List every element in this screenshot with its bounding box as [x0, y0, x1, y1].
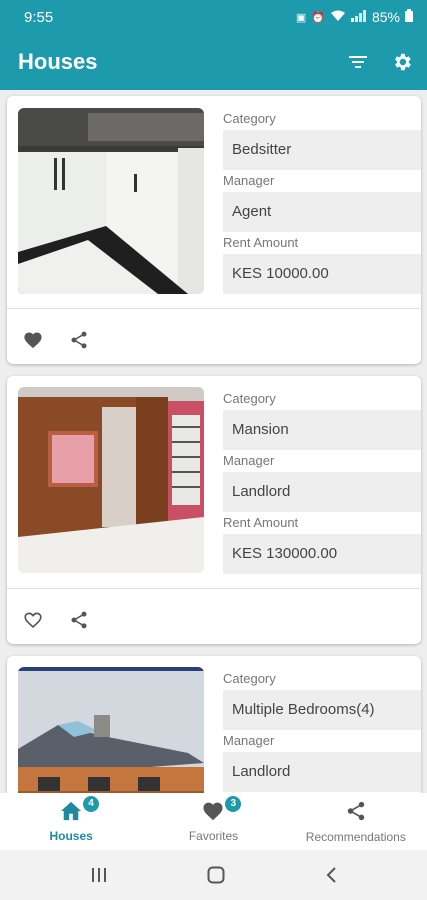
nav-favorites[interactable]: 3 Favorites: [142, 793, 284, 850]
share-icon: [345, 800, 367, 827]
manager-label: Manager: [223, 453, 275, 468]
listing-list[interactable]: Category Bedsitter Manager Agent Rent Am…: [0, 90, 427, 793]
home-button-icon[interactable]: [207, 866, 225, 884]
wifi-icon: [330, 10, 346, 25]
share-icon[interactable]: [69, 610, 89, 630]
app-bar: Houses: [0, 34, 427, 90]
house-photo[interactable]: [18, 667, 204, 793]
notification-icon: ▣: [295, 11, 307, 24]
heart-icon: [202, 801, 224, 826]
home-icon: [60, 801, 82, 826]
filter-icon[interactable]: [347, 53, 369, 71]
manager-value: Landlord: [223, 752, 421, 792]
nav-recommendations-label: Recommendations: [305, 829, 406, 844]
nav-favorites-label: Favorites: [188, 828, 239, 843]
rent-label: Rent Amount: [223, 235, 299, 250]
status-time: 9:55: [24, 8, 54, 26]
nav-houses-label: Houses: [49, 828, 93, 843]
share-icon[interactable]: [69, 330, 89, 350]
battery-percent: 85%: [371, 9, 400, 25]
nav-recommendations[interactable]: Recommendations: [285, 793, 427, 850]
manager-value: Landlord: [223, 472, 421, 512]
manager-label: Manager: [223, 173, 275, 188]
card-divider: [7, 588, 421, 589]
page-title: Houses: [18, 49, 98, 74]
card-divider: [7, 308, 421, 309]
category-label: Category: [223, 111, 276, 126]
signal-icon: [350, 9, 367, 25]
category-value: Bedsitter: [223, 130, 421, 170]
houses-badge: 4: [83, 796, 99, 812]
category-label: Category: [223, 391, 276, 406]
category-label: Category: [223, 671, 276, 686]
listing-card[interactable]: Category Multiple Bedrooms(4) Manager La…: [7, 656, 421, 793]
back-icon[interactable]: [324, 866, 338, 884]
battery-icon: [405, 9, 413, 25]
favorites-badge: 3: [225, 796, 242, 812]
recents-icon[interactable]: [90, 867, 108, 883]
alarm-icon: ⏰: [311, 11, 325, 24]
favorite-filled-icon[interactable]: [23, 331, 43, 349]
status-bar: 9:55 ▣ ⏰ 85%: [0, 0, 427, 34]
listing-card[interactable]: Category Mansion Manager Landlord Rent A…: [7, 376, 421, 644]
bottom-nav: 4 Houses 3 Favorites Recommendations: [0, 793, 427, 850]
rent-value: KES 10000.00: [223, 254, 421, 294]
status-icons: ▣ ⏰ 85%: [296, 9, 413, 25]
category-value: Multiple Bedrooms(4): [223, 690, 421, 730]
manager-value: Agent: [223, 192, 421, 232]
gear-icon[interactable]: [391, 51, 413, 73]
rent-value: KES 130000.00: [223, 534, 421, 574]
nav-houses[interactable]: 4 Houses: [0, 793, 142, 850]
manager-label: Manager: [223, 733, 275, 748]
listing-card[interactable]: Category Bedsitter Manager Agent Rent Am…: [7, 96, 421, 364]
category-value: Mansion: [223, 410, 421, 450]
system-nav-bar: [0, 850, 427, 900]
rent-label: Rent Amount: [223, 515, 299, 530]
house-photo[interactable]: [18, 108, 204, 294]
favorite-outline-icon[interactable]: [23, 611, 43, 629]
house-photo[interactable]: [18, 387, 204, 573]
